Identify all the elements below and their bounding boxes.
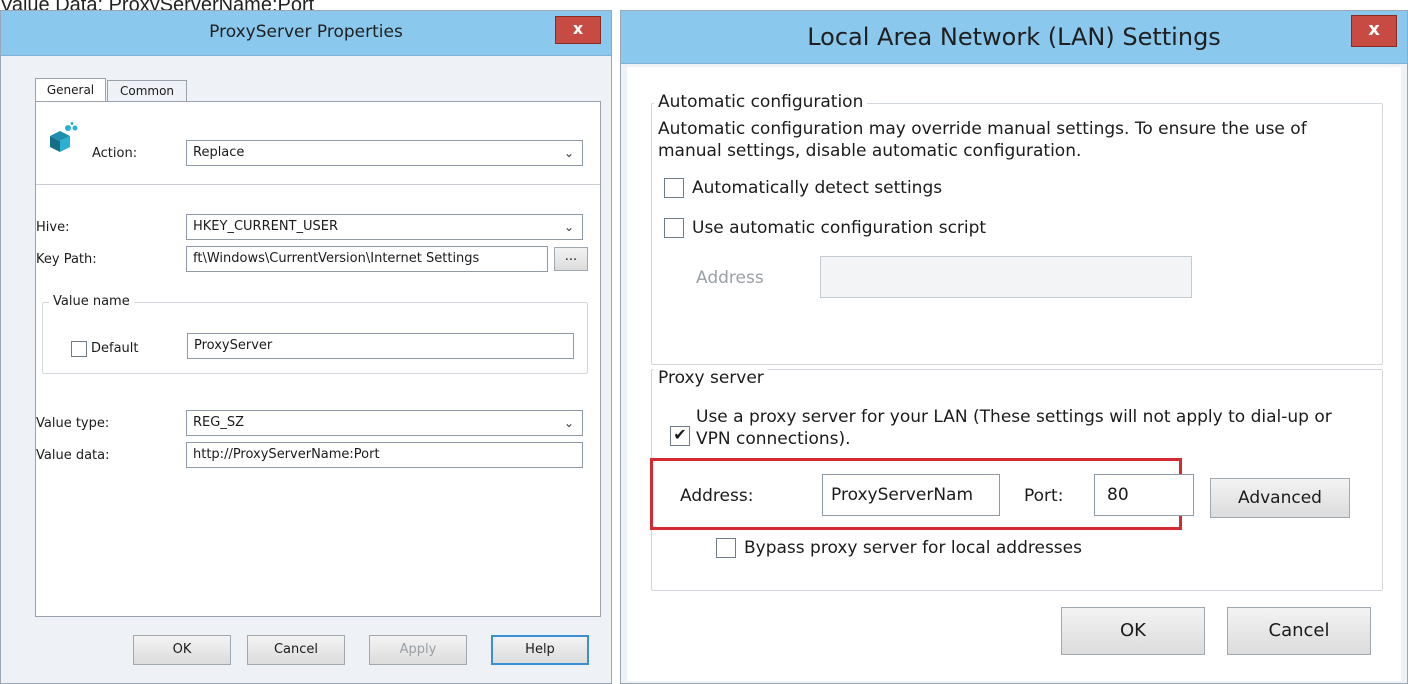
action-select[interactable]: Replace ⌄ <box>186 140 583 166</box>
separator <box>36 184 600 185</box>
registry-icon <box>46 122 80 156</box>
automatic-configuration-title: Automatic configuration <box>654 92 868 112</box>
use-proxy-label: Use a proxy server for your LAN (These s… <box>696 407 1332 449</box>
proxyserver-properties-window: ProxyServer Properties x General Common … <box>0 10 612 684</box>
chevron-down-icon: ⌄ <box>563 220 574 234</box>
proxy-address-input[interactable]: ProxyServerNam <box>822 474 1000 516</box>
auto-script-label: Use automatic configuration script <box>692 218 987 238</box>
checkmark-icon: ✔ <box>673 425 687 444</box>
keypath-input[interactable]: ft\Windows\CurrentVersion\Internet Setti… <box>186 246 548 272</box>
tab-common[interactable]: Common <box>107 80 187 102</box>
ok-button[interactable]: OK <box>1061 607 1205 655</box>
value-type-select[interactable]: REG_SZ ⌄ <box>186 410 583 436</box>
value-name-group-title: Value name <box>49 294 134 309</box>
proxy-port-input[interactable]: 80 <box>1094 474 1194 516</box>
value-name-input[interactable]: ProxyServer <box>187 333 574 359</box>
right-window-title: Local Area Network (LAN) Settings <box>807 23 1221 51</box>
value-data-label: Value data: <box>36 448 110 463</box>
auto-script-address-label: Address <box>696 268 764 288</box>
value-type-label: Value type: <box>36 416 110 431</box>
default-label: Default <box>91 341 139 356</box>
keypath-browse-button[interactable]: ... <box>554 247 588 271</box>
automatic-configuration-description: Automatic configuration may override man… <box>658 119 1307 161</box>
left-titlebar: ProxyServer Properties x <box>1 11 611 56</box>
default-checkbox[interactable] <box>71 341 87 357</box>
bypass-local-label: Bypass proxy server for local addresses <box>744 538 1082 558</box>
left-close-button[interactable]: x <box>555 16 601 44</box>
chevron-down-icon: ⌄ <box>563 146 574 160</box>
keypath-label: Key Path: <box>36 252 97 267</box>
automatic-configuration-group: Automatic configuration Automatic config… <box>651 92 1383 365</box>
cancel-button[interactable]: Cancel <box>1227 607 1371 655</box>
value-data-input[interactable]: http://ProxyServerName:Port <box>186 442 583 468</box>
proxy-server-title: Proxy server <box>654 368 768 388</box>
value-name-group: Value name Default ProxyServer <box>42 294 588 374</box>
tab-general[interactable]: General <box>35 78 106 102</box>
ok-button[interactable]: OK <box>133 635 231 665</box>
auto-detect-label: Automatically detect settings <box>692 178 943 198</box>
lan-settings-window: Local Area Network (LAN) Settings x Auto… <box>620 10 1408 684</box>
right-titlebar: Local Area Network (LAN) Settings x <box>621 11 1407 64</box>
auto-script-address-input <box>820 256 1192 298</box>
proxy-server-group: Proxy server ✔ Use a proxy server for yo… <box>650 368 1383 591</box>
proxy-port-label: Port: <box>1024 486 1064 506</box>
close-icon: x <box>572 19 584 38</box>
general-tab-pane: Action: Replace ⌄ Hive: HKEY_CURRENT_USE… <box>35 101 601 617</box>
chevron-down-icon: ⌄ <box>563 416 574 430</box>
action-label: Action: <box>92 146 138 161</box>
apply-button[interactable]: Apply <box>369 635 467 665</box>
left-window-title: ProxyServer Properties <box>209 22 403 42</box>
close-icon: x <box>1368 19 1380 40</box>
bypass-local-checkbox[interactable] <box>716 538 736 558</box>
hive-select[interactable]: HKEY_CURRENT_USER ⌄ <box>186 214 583 240</box>
right-close-button[interactable]: x <box>1351 15 1397 47</box>
help-button[interactable]: Help <box>491 635 589 665</box>
auto-script-checkbox[interactable] <box>664 218 684 238</box>
proxy-address-label: Address: <box>680 486 754 506</box>
lan-settings-body: Automatic configuration Automatic config… <box>627 67 1401 681</box>
use-proxy-checkbox[interactable]: ✔ <box>670 426 690 446</box>
advanced-button[interactable]: Advanced <box>1210 478 1350 518</box>
cancel-button[interactable]: Cancel <box>247 635 345 665</box>
hive-label: Hive: <box>36 220 70 235</box>
auto-detect-checkbox[interactable] <box>664 178 684 198</box>
